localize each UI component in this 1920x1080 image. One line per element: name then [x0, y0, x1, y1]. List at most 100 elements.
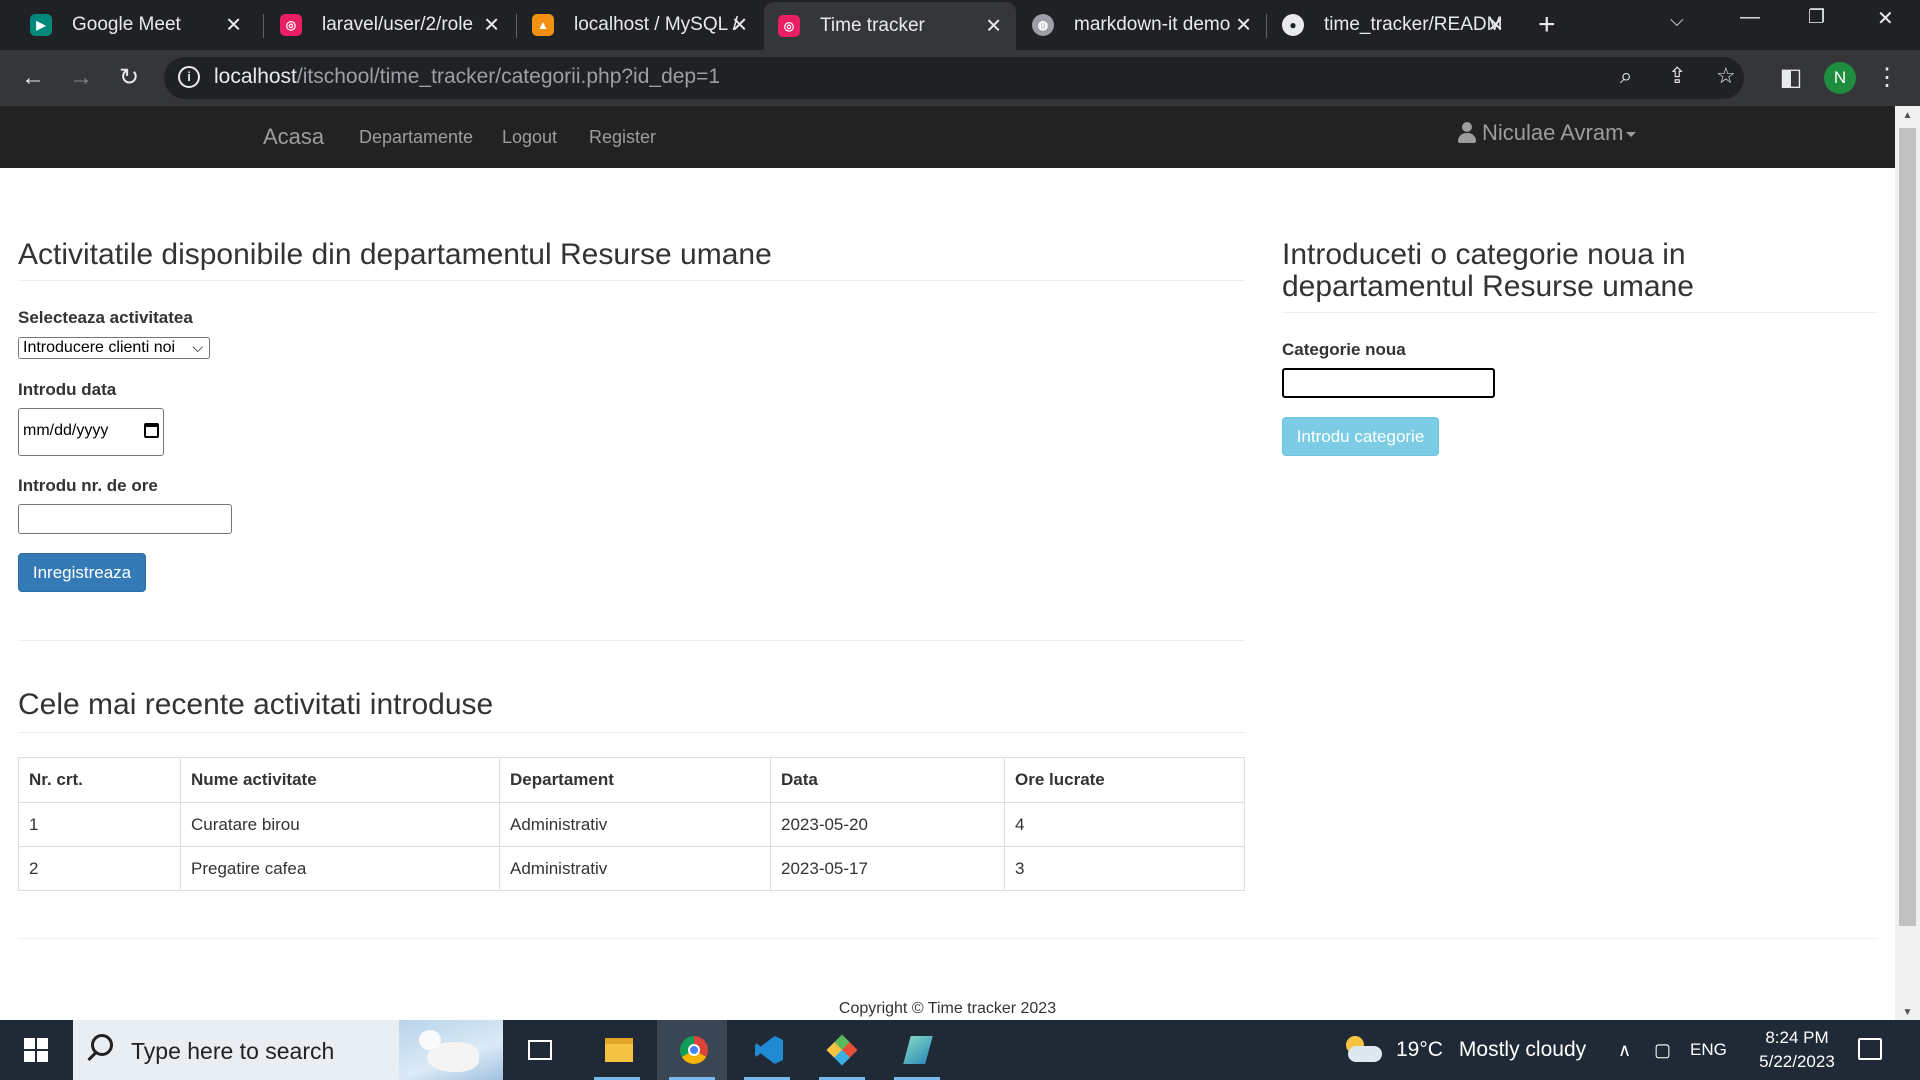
hours-input[interactable] — [18, 504, 232, 534]
app-favicon-icon: ◎ — [280, 14, 302, 36]
table-cell: 3 — [1004, 846, 1245, 891]
windows-start-icon[interactable] — [24, 1038, 48, 1062]
tab-phpmyadmin[interactable]: ▲ localhost / MySQL / ✕ — [518, 0, 762, 50]
address-bar[interactable]: i localhost/itschool/time_tracker/catego… — [164, 57, 1744, 99]
column-header: Nume activitate — [180, 757, 500, 803]
table-cell: Pregatire cafea — [180, 846, 500, 891]
git-client-taskbar-button[interactable] — [807, 1020, 877, 1080]
restore-button[interactable]: ❐ — [1808, 6, 1825, 29]
tab-separator — [516, 14, 517, 38]
page-content: Activitatile disponibile din departament… — [0, 168, 1895, 1020]
tab-search-chevron-icon[interactable]: ⌵ — [1670, 10, 1684, 31]
register-activity-button[interactable]: Inregistreaza — [18, 553, 146, 592]
meet-now-icon[interactable]: ▢ — [1654, 1020, 1671, 1080]
new-tab-button[interactable]: + — [1538, 8, 1556, 42]
close-tab-icon[interactable]: ✕ — [483, 13, 500, 38]
taskbar-search-box[interactable]: Type here to search — [73, 1020, 503, 1080]
file-explorer-taskbar-button[interactable] — [582, 1020, 652, 1080]
show-hidden-icons-chevron-icon[interactable]: ∧ — [1618, 1020, 1631, 1080]
tab-time-tracker[interactable]: ◎ Time tracker ✕ — [764, 2, 1016, 50]
tab-markdown-it[interactable]: ◍ markdown-it demo ✕ — [1018, 0, 1266, 50]
user-icon — [1458, 122, 1476, 144]
app-favicon-icon: ◎ — [778, 15, 800, 37]
minimize-button[interactable]: — — [1740, 6, 1760, 29]
site-info-icon[interactable]: i — [178, 66, 200, 88]
notes-app-taskbar-button[interactable] — [882, 1020, 952, 1080]
close-tab-icon[interactable]: ✕ — [1235, 13, 1252, 38]
search-highlight-image — [399, 1020, 503, 1080]
scroll-up-arrow-icon[interactable]: ▲ — [1895, 110, 1920, 121]
scroll-down-arrow-icon[interactable]: ▼ — [1895, 1007, 1920, 1018]
chrome-menu-icon[interactable]: ⋮ — [1872, 62, 1902, 94]
tab-google-meet[interactable]: ▶ Google Meet ✕ — [16, 0, 256, 50]
browser-toolbar: ← → ↻ i localhost/itschool/time_tracker/… — [0, 50, 1920, 106]
table-cell: 4 — [1004, 802, 1245, 847]
close-tab-icon[interactable]: ✕ — [225, 13, 242, 38]
column-header: Departament — [499, 757, 771, 803]
cloudy-weather-icon — [1344, 1036, 1382, 1064]
tab-github-readme[interactable]: ● time_tracker/READM ✕ — [1268, 0, 1518, 50]
close-window-button[interactable]: ✕ — [1877, 6, 1894, 31]
calendar-icon[interactable] — [144, 423, 159, 438]
close-tab-icon[interactable]: ✕ — [1487, 13, 1504, 38]
chrome-taskbar-button[interactable] — [657, 1020, 727, 1080]
clock-date: 5/22/2023 — [1759, 1052, 1835, 1071]
close-tab-icon[interactable]: ✕ — [731, 13, 748, 38]
vscode-taskbar-button[interactable] — [732, 1020, 802, 1080]
nav-link-departamente[interactable]: Departamente — [359, 127, 473, 148]
table-cell: Curatare birou — [180, 802, 500, 847]
date-label: Introdu data — [18, 380, 117, 399]
date-input[interactable]: mm/dd/yyyy — [18, 408, 164, 456]
zoom-icon[interactable]: ⌕ — [1620, 63, 1632, 89]
input-language[interactable]: ENG — [1690, 1020, 1727, 1080]
date-placeholder: mm/dd/yyyy — [23, 422, 109, 439]
back-icon[interactable]: ← — [18, 62, 48, 94]
nav-link-logout[interactable]: Logout — [502, 127, 557, 148]
url-host: localhost — [214, 65, 297, 88]
notes-app-icon — [903, 1036, 933, 1064]
task-view-button[interactable] — [505, 1020, 575, 1080]
weather-widget[interactable]: 19°C Mostly cloudy — [1344, 1020, 1586, 1080]
activity-select[interactable]: Introducere clienti noi ⌵ — [18, 337, 210, 359]
bookmark-star-icon[interactable]: ☆ — [1716, 63, 1736, 89]
page-scrollbar[interactable]: ▲ ▼ — [1895, 106, 1920, 1020]
side-panel-icon[interactable]: ◧ — [1776, 62, 1806, 94]
tab-laravel-role[interactable]: ◎ laravel/user/2/role ✕ — [266, 0, 514, 50]
weather-description: Mostly cloudy — [1458, 1038, 1587, 1061]
activities-heading: Activitatile disponibile din departament… — [18, 238, 772, 271]
profile-avatar[interactable]: N — [1824, 62, 1856, 94]
google-meet-icon: ▶ — [30, 14, 52, 36]
search-icon — [91, 1034, 113, 1056]
table-header-row: Nr. crt. Nume activitate Departament Dat… — [18, 757, 1245, 803]
forward-icon[interactable]: → — [66, 62, 96, 94]
add-category-button[interactable]: Introdu categorie — [1282, 417, 1439, 456]
table-cell: 2 — [18, 846, 181, 891]
chevron-down-icon: ⌵ — [192, 339, 203, 355]
column-header: Ore lucrate — [1004, 757, 1245, 803]
user-menu-dropdown[interactable]: Niculae Avram — [1458, 120, 1637, 146]
site-navbar: Acasa Departamente Logout Register Nicul… — [0, 106, 1895, 168]
clock-time: 8:24 PM — [1765, 1028, 1829, 1047]
new-category-heading: Introduceti o categorie noua in departam… — [1282, 238, 1694, 303]
nav-link-register[interactable]: Register — [589, 127, 656, 148]
new-category-input[interactable] — [1282, 368, 1495, 398]
table-row: 1 Curatare birou Administrativ 2023-05-2… — [18, 802, 1245, 847]
footer-copyright: Copyright © Time tracker 2023 — [838, 1000, 1057, 1017]
scrollbar-thumb[interactable] — [1899, 128, 1916, 926]
url-text[interactable]: localhost/itschool/time_tracker/categori… — [214, 65, 720, 89]
new-category-label: Categorie noua — [1282, 340, 1406, 359]
close-tab-icon[interactable]: ✕ — [985, 14, 1002, 39]
taskbar-clock[interactable]: 8:24 PM 5/22/2023 — [1752, 1026, 1842, 1074]
reload-icon[interactable]: ↻ — [114, 62, 144, 94]
divider — [18, 280, 1245, 281]
divider — [1282, 312, 1878, 313]
divider — [18, 640, 1245, 641]
url-path: /itschool/time_tracker/categorii.php?id_… — [296, 65, 721, 88]
notifications-icon[interactable] — [1858, 1038, 1882, 1060]
navbar-brand-link[interactable]: Acasa — [263, 124, 324, 150]
browser-tab-strip: ▶ Google Meet ✕ ◎ laravel/user/2/role ✕ … — [0, 0, 1920, 50]
taskbar-search-placeholder: Type here to search — [131, 1038, 335, 1064]
globe-icon: ◍ — [1032, 14, 1054, 36]
table-cell: 2023-05-17 — [770, 846, 1005, 891]
share-icon[interactable]: ⇪ — [1668, 63, 1686, 89]
